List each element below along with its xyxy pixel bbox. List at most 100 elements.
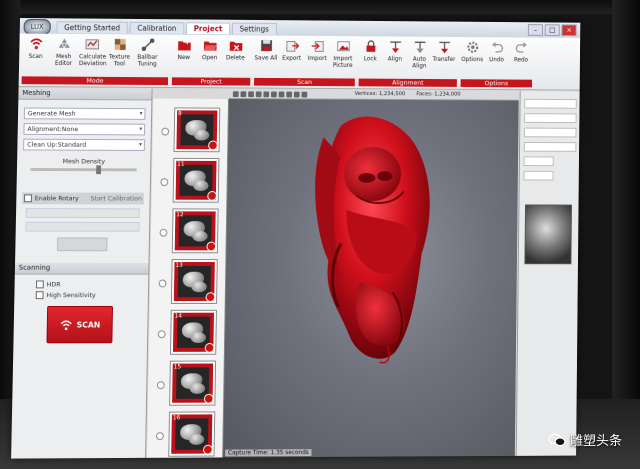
tab-project[interactable]: Project — [185, 22, 231, 35]
options-button[interactable]: Options — [460, 40, 485, 63]
thumbnail-radio[interactable] — [155, 432, 164, 441]
scan-button[interactable]: SCAN — [46, 305, 114, 344]
select-icon[interactable] — [293, 91, 300, 97]
ballbar-tuning-button[interactable]: Ballbar Tuning — [135, 37, 160, 68]
scan-thumbnail[interactable]: 14 — [170, 309, 217, 355]
mesh-density-label: Mesh Density — [62, 157, 106, 166]
view-top-icon[interactable] — [263, 90, 270, 97]
undo-label: Undo — [489, 56, 505, 64]
property-field[interactable] — [524, 113, 577, 124]
property-field[interactable] — [523, 127, 577, 138]
ribbon-group-alignment-label: Alignment — [358, 78, 457, 87]
thumbnail-radio[interactable] — [158, 279, 167, 288]
view-left-icon[interactable] — [248, 90, 254, 97]
zoom-fit-icon[interactable] — [278, 91, 285, 97]
delete-project-button[interactable]: Delete — [223, 38, 248, 61]
property-field[interactable] — [523, 141, 577, 152]
hdr-label: HDR — [46, 280, 61, 289]
property-field[interactable] — [523, 170, 554, 181]
calculate-deviation-button[interactable]: Calculate Deviation — [79, 37, 107, 67]
tab-settings[interactable]: Settings — [231, 22, 277, 35]
thumbnail-radio[interactable] — [161, 127, 170, 136]
new-project-button[interactable]: New — [171, 38, 196, 61]
thumbnail-radio[interactable] — [156, 381, 165, 390]
undo-icon — [490, 40, 504, 54]
ribbon-group-scan: Save All Export Import Import Picture Sc… — [253, 35, 356, 88]
scan-thumbnail[interactable]: 12 — [171, 208, 219, 254]
property-field[interactable] — [524, 98, 577, 109]
3d-viewport[interactable]: Vertices: 1,234,500 Faces: 1,234,000 Cap… — [223, 89, 519, 458]
view-right-icon[interactable] — [255, 90, 262, 97]
tab-getting-started[interactable]: Getting Started — [56, 21, 128, 34]
maximize-button[interactable]: □ — [544, 24, 560, 36]
slider-knob[interactable] — [96, 165, 102, 175]
import-picture-button[interactable]: Import Picture — [330, 39, 355, 69]
scan-thumbnail[interactable]: 8 — [173, 107, 221, 153]
monitor-bezel-top — [0, 0, 640, 14]
scan-thumbnail[interactable]: 16 — [168, 411, 216, 457]
close-button[interactable]: × — [561, 24, 577, 37]
export-button[interactable]: Export — [279, 38, 304, 62]
hdr-checkbox[interactable] — [35, 280, 44, 289]
app-logo[interactable]: LUX — [23, 19, 51, 35]
scan-thumbnail[interactable]: 11 — [172, 157, 220, 203]
render-mode-icon[interactable] — [286, 91, 293, 97]
export-label: Export — [282, 54, 301, 62]
redo-button[interactable]: Redo — [509, 40, 534, 63]
faces-stat: Faces: 1,234,000 — [416, 91, 461, 98]
watermark-text: 雕塑头条 — [569, 434, 622, 449]
lasso-icon[interactable] — [301, 91, 308, 98]
import-label: Import — [307, 55, 327, 62]
property-field[interactable] — [523, 156, 554, 167]
ribbon-group-project: New Open Delete Project — [171, 35, 252, 88]
lock-button[interactable]: Lock — [358, 39, 383, 62]
lock-icon — [363, 39, 377, 52]
transfer-button[interactable]: Transfer — [432, 40, 457, 63]
minimize-button[interactable]: – — [527, 24, 543, 36]
save-all-button[interactable]: Save All — [253, 38, 278, 62]
view-front-icon[interactable] — [232, 90, 239, 97]
ribbon-toolbar: Scan Mesh Editor Calculate Deviation Tex… — [18, 33, 581, 91]
import-button[interactable]: Import — [305, 39, 330, 62]
rotary-action-button — [56, 237, 108, 252]
alignment-dropdown[interactable]: Alignment:None — [23, 123, 146, 136]
open-project-label: Open — [201, 54, 218, 62]
save-icon — [260, 40, 272, 52]
scan-mode-button[interactable]: Scan — [23, 36, 49, 60]
scanning-section-title: Scanning — [14, 262, 149, 275]
thumbnail-image — [180, 114, 214, 146]
scan-thumbnail[interactable]: 15 — [169, 360, 217, 406]
thumbnail-badge — [203, 393, 214, 404]
undo-button[interactable]: Undo — [484, 40, 509, 63]
ribbon-group-alignment: Lock Align Auto Align Transfer Alignment — [358, 36, 459, 89]
cleanup-dropdown[interactable]: Clean Up:Standard — [23, 138, 145, 151]
new-folder-icon — [178, 39, 192, 51]
wifi-icon — [59, 319, 73, 331]
start-calibration-link[interactable]: Start Calibration — [90, 195, 142, 203]
auto-align-button[interactable]: Auto Align — [407, 39, 432, 69]
scan-thumbnail[interactable]: 13 — [170, 259, 218, 304]
open-project-button[interactable]: Open — [197, 38, 222, 61]
thumbnail-number: 8 — [177, 110, 182, 118]
view-back-icon[interactable] — [240, 90, 247, 97]
align-icon — [388, 39, 402, 53]
thumbnail-radio[interactable] — [157, 330, 166, 339]
transfer-icon — [437, 40, 451, 54]
mesh-editor-button[interactable]: Mesh Editor — [51, 37, 77, 67]
import-picture-label: Import Picture — [332, 55, 353, 69]
thumbnail-radio[interactable] — [159, 228, 168, 237]
texture-icon — [114, 39, 126, 51]
thumbnail-radio[interactable] — [160, 178, 169, 187]
delete-icon — [229, 41, 242, 53]
mesh-density-slider[interactable] — [30, 165, 137, 175]
thumbnail-image — [179, 164, 213, 196]
import-icon — [310, 39, 324, 54]
generate-mesh-dropdown[interactable]: Generate Mesh — [23, 107, 146, 120]
tab-calibration[interactable]: Calibration — [129, 21, 185, 34]
enable-rotary-checkbox[interactable] — [24, 194, 32, 203]
texture-tool-button[interactable]: Texture Tool — [107, 37, 133, 67]
auto-align-label: Auto Align — [412, 55, 427, 70]
view-bottom-icon[interactable] — [271, 91, 277, 97]
high-sensitivity-checkbox[interactable] — [35, 291, 44, 300]
align-button[interactable]: Align — [383, 39, 408, 63]
